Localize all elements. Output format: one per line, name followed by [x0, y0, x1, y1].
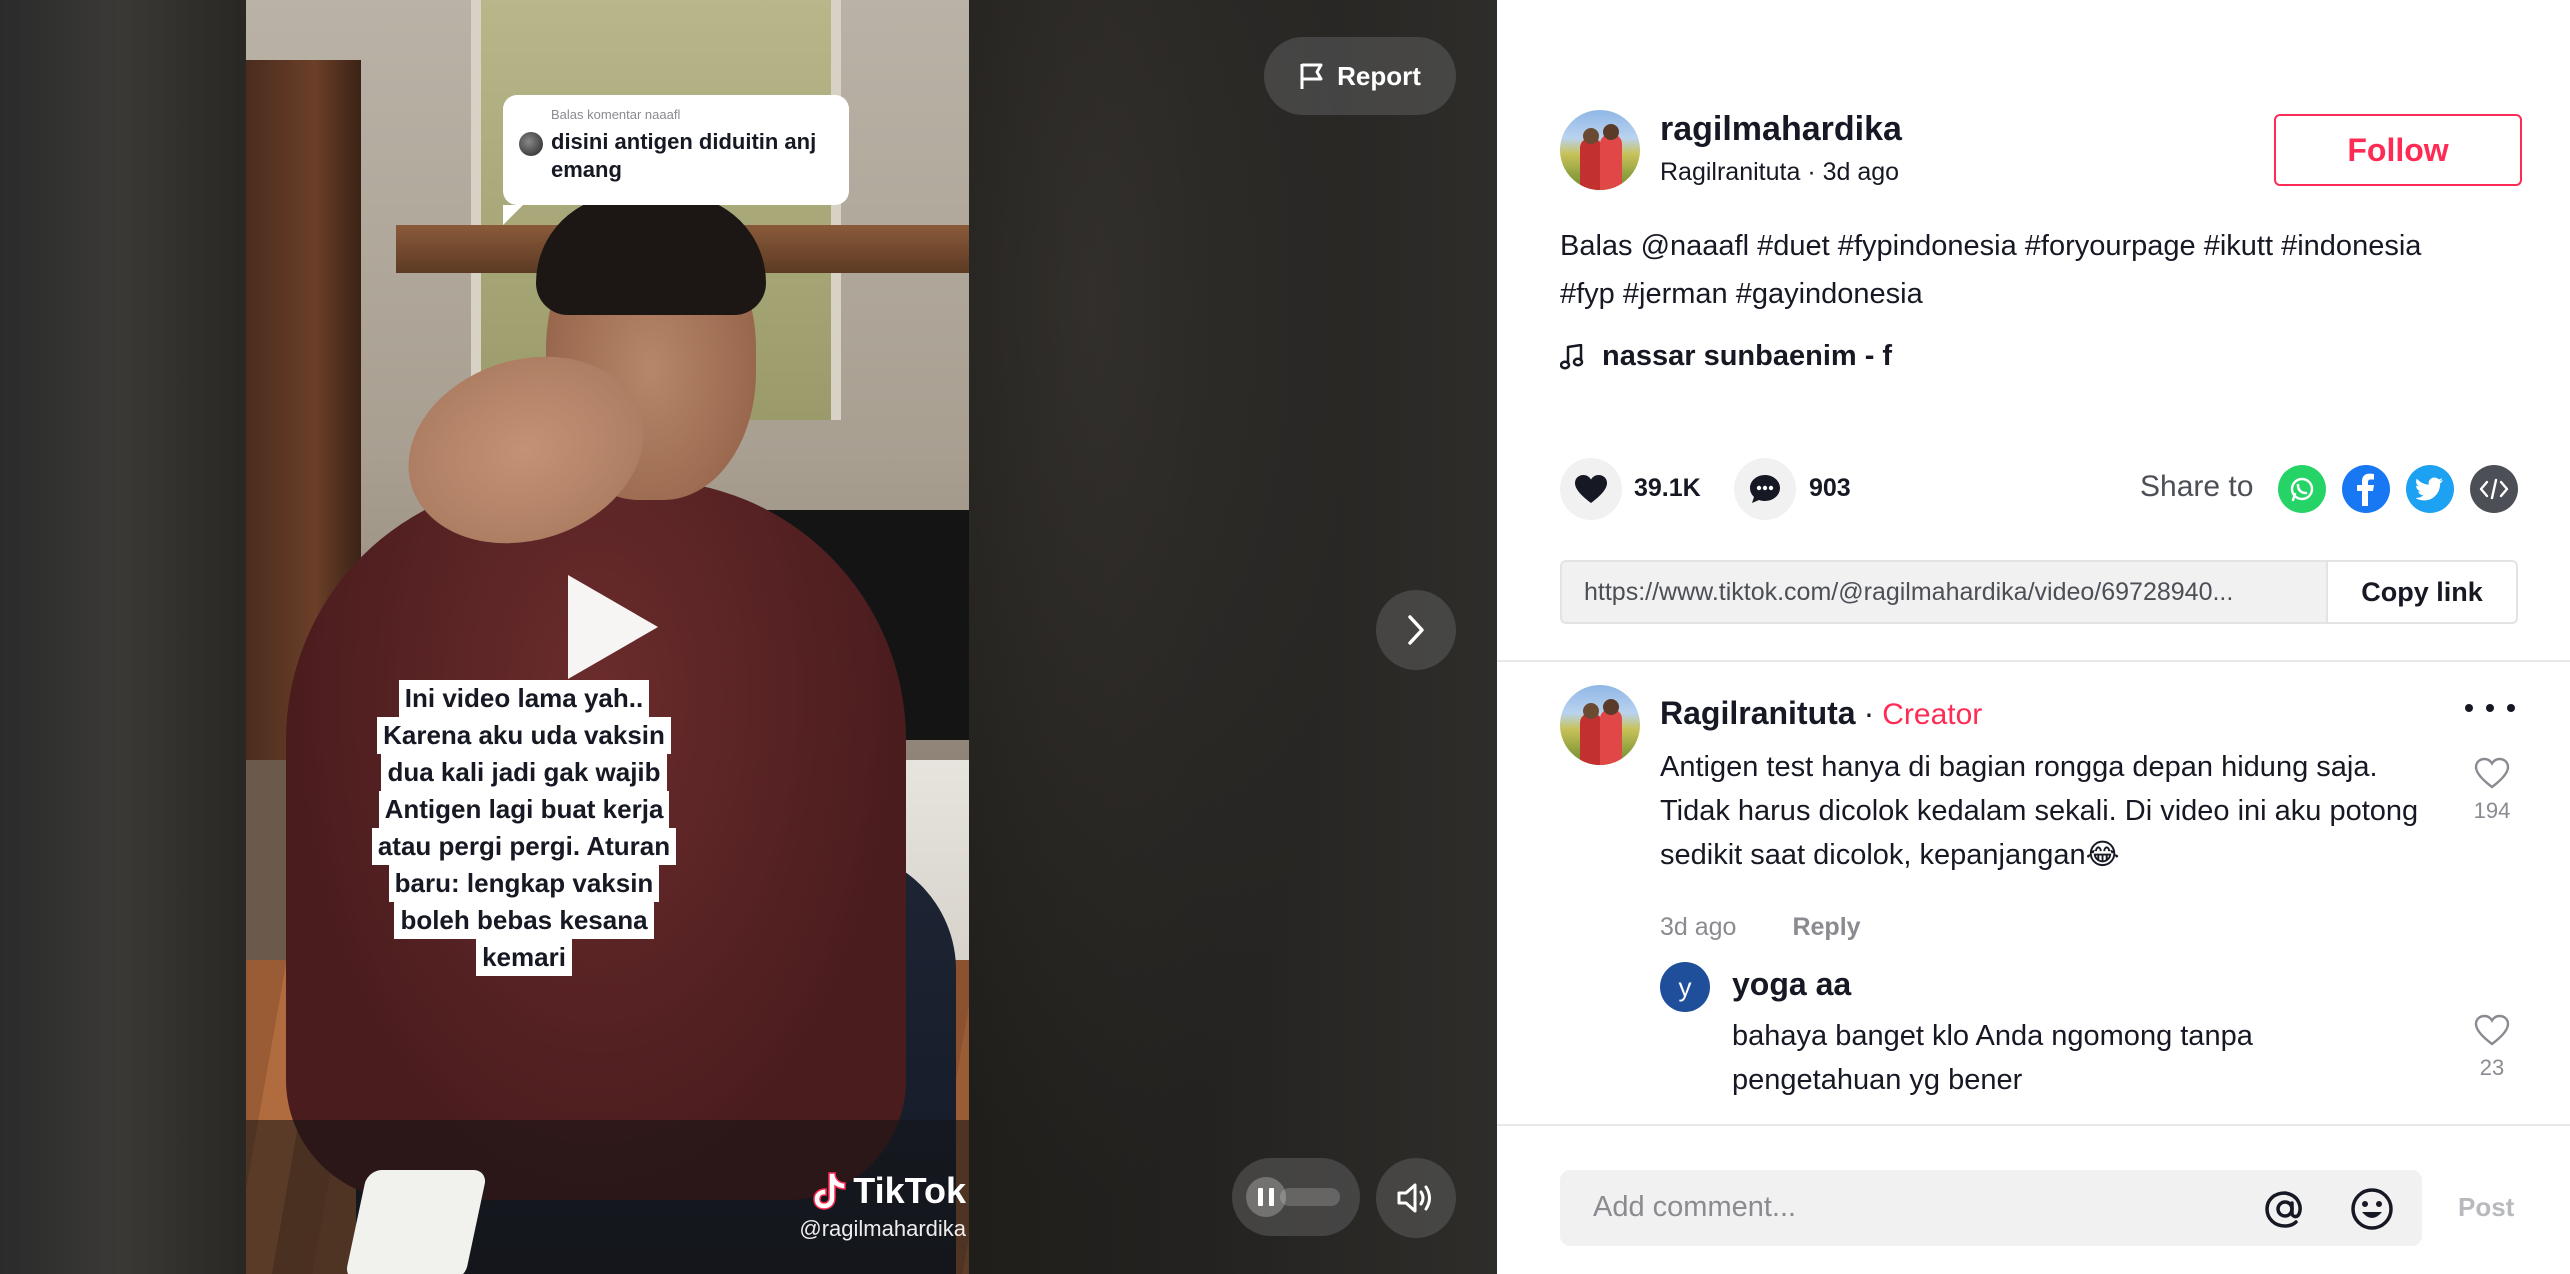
volume-button[interactable]: [1376, 1158, 1456, 1238]
reply-author[interactable]: yoga aa: [1732, 966, 1851, 1003]
comment-time: 3d ago: [1660, 913, 1737, 941]
mention-icon[interactable]: [2261, 1185, 2309, 1233]
report-button[interactable]: Report: [1264, 37, 1456, 115]
caption-line: Karena aku uda vaksin: [377, 717, 671, 754]
copy-link-button[interactable]: Copy link: [2326, 562, 2516, 622]
comment-avatar[interactable]: [1560, 685, 1640, 765]
tiktok-watermark-brand: TikTok: [853, 1170, 966, 1211]
flag-icon: [1300, 63, 1323, 89]
share-link-url[interactable]: https://www.tiktok.com/@ragilmahardika/v…: [1584, 578, 2324, 607]
caption-line: baru: lengkap vaksin: [388, 865, 660, 902]
share-label: Share to: [2140, 470, 2254, 503]
hashtags-line[interactable]: #duet #fypindonesia #foryourpage #ikutt …: [1757, 230, 2421, 262]
comment-list: Ragilranituta · Creator Antigen test hanya…: [1497, 662, 2570, 1122]
comment-bubble-icon: [1750, 475, 1780, 503]
author-avatar[interactable]: [1560, 110, 1640, 190]
comment-button[interactable]: [1734, 458, 1796, 520]
pause-toggle-track: [1280, 1188, 1340, 1206]
reply-like[interactable]: 23: [2470, 1014, 2514, 1081]
comment-author-name[interactable]: Ragilranituta: [1660, 695, 1856, 731]
heart-outline-icon: [2474, 1014, 2510, 1046]
next-video-button[interactable]: [1376, 590, 1456, 670]
play-icon[interactable]: [568, 575, 658, 679]
follow-button[interactable]: Follow: [2274, 114, 2522, 186]
author-username[interactable]: ragilmahardika: [1660, 110, 1902, 149]
like-count: 39.1K: [1634, 474, 1701, 502]
hashtags-line[interactable]: #fyp #jerman #gayindonesia: [1560, 278, 1923, 310]
creator-badge: Creator: [1882, 698, 1983, 731]
video-scene-person-hair: [536, 195, 766, 315]
caption-line: kemari: [476, 939, 572, 976]
caption-line: dua kali jadi gak wajib: [381, 754, 667, 791]
comment-input-placeholder: Add comment...: [1593, 1191, 1797, 1223]
video-info-panel: ragilmahardika Ragilranituta · 3d ago Fo…: [1497, 0, 2570, 1274]
emoji-icon[interactable]: [2348, 1185, 2396, 1233]
heart-icon: [1575, 475, 1607, 503]
volume-icon: [1397, 1183, 1431, 1213]
video-caption-overlay: Ini video lama yah.. Karena aku uda vaks…: [354, 680, 694, 976]
twitter-icon[interactable]: [2406, 465, 2454, 513]
tiktok-watermark: TikTok @ragilmahardika: [786, 1170, 966, 1242]
video-description: Balas @naaafl #duet #fypindonesia #foryo…: [1560, 222, 2520, 318]
comment-text: Antigen test hanya di bagian rongga depa…: [1660, 751, 2419, 871]
caption-line: Ini video lama yah..: [398, 680, 650, 717]
reply-sticker-label: Balas komentar naaafl: [551, 107, 681, 122]
comment-author-separator: ·: [1863, 695, 1875, 731]
pause-toggle[interactable]: [1232, 1158, 1360, 1236]
post-time: 3d ago: [1822, 158, 1900, 186]
facebook-icon[interactable]: [2342, 465, 2390, 513]
caption-line: Antigen lagi buat kerja: [378, 791, 670, 828]
music-title: nassar sunbaenim - f: [1602, 340, 1893, 372]
description-prefix: Balas: [1560, 230, 1641, 262]
composer-divider: [1497, 1124, 2570, 1126]
whatsapp-icon[interactable]: [2278, 465, 2326, 513]
heart-outline-icon: [2474, 757, 2510, 789]
caption-line: boleh bebas kesana: [394, 902, 654, 939]
reply-avatar[interactable]: y: [1660, 962, 1710, 1012]
author-separator: ·: [1807, 158, 1823, 186]
reply-like-count: 23: [2479, 1055, 2505, 1080]
engagement-bar: 39.1K 903 Share to: [1560, 458, 2520, 520]
music-note-icon: [1560, 343, 1584, 369]
comment-like[interactable]: 194: [2470, 757, 2514, 824]
video-frame[interactable]: Balas komentar naaafl disini antigen did…: [246, 0, 969, 1274]
reply-button[interactable]: Reply: [1792, 913, 1860, 941]
comment-author: Ragilranituta · Creator: [1660, 695, 1982, 732]
video-scene-test-kit: [344, 1170, 488, 1274]
comment-count: 903: [1809, 474, 1851, 502]
tiktok-watermark-handle: @ragilmahardika: [799, 1216, 966, 1241]
share-link-box: https://www.tiktok.com/@ragilmahardika/v…: [1560, 560, 2518, 624]
author-subtitle: Ragilranituta · 3d ago: [1660, 158, 1899, 187]
music-link[interactable]: nassar sunbaenim - f: [1560, 340, 1892, 373]
comment-meta: 3d ago Reply: [1660, 913, 1861, 942]
caption-line: atau pergi pergi. Aturan: [371, 828, 677, 865]
reply-sticker-avatar: [519, 132, 543, 156]
tiktok-logo-icon: [813, 1172, 847, 1210]
author-nickname: Ragilranituta: [1660, 158, 1801, 186]
pause-icon: [1246, 1177, 1286, 1217]
reply-comment-sticker: Balas komentar naaafl disini antigen did…: [503, 95, 849, 225]
like-button[interactable]: [1560, 458, 1622, 520]
mention-link[interactable]: @naaafl: [1641, 230, 1749, 262]
comment-item: Ragilranituta · Creator Antigen test hanya…: [1560, 685, 2520, 942]
comment-like-count: 194: [2473, 798, 2511, 823]
reply-text: bahaya banget klo Anda ngomong tanpa pen…: [1732, 1020, 2253, 1096]
post-comment-button[interactable]: Post: [2458, 1192, 2514, 1223]
reply-item: y yoga aa bahaya banget klo Anda ngomong…: [1660, 962, 2520, 1112]
video-player-area: Balas komentar naaafl disini antigen did…: [0, 0, 1497, 1274]
chevron-right-icon: [1408, 615, 1424, 645]
reply-sticker-text: disini antigen diduitin anj emang: [551, 129, 817, 182]
embed-icon[interactable]: [2470, 465, 2518, 513]
more-options-icon[interactable]: [2465, 693, 2515, 723]
report-label: Report: [1337, 60, 1421, 91]
